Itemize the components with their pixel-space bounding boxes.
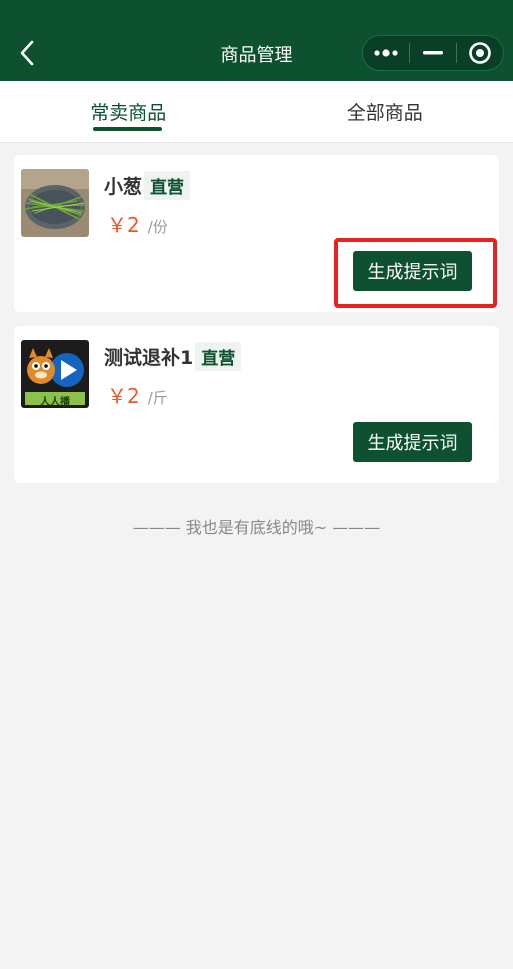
more-dots-icon xyxy=(374,49,398,57)
product-name-row: 测试退补1 直营 xyxy=(104,342,242,371)
product-price: ￥2 xyxy=(107,213,140,237)
target-circle-icon xyxy=(469,42,491,64)
product-unit: /份 xyxy=(147,218,168,236)
direct-sale-badge: 直营 xyxy=(195,342,242,371)
tab-bar: 常卖商品 全部商品 xyxy=(0,81,513,143)
tab-label: 常卖商品 xyxy=(90,102,167,124)
product-image[interactable]: 人人播 xyxy=(21,340,89,408)
product-image[interactable] xyxy=(21,169,89,237)
page: 商品管理 常卖商品 全部商品 小葱 直营 ￥2 /份 生成提示词 人人播 测试退… xyxy=(0,0,513,969)
minimize-button[interactable] xyxy=(410,36,456,70)
product-name: 测试退补1 xyxy=(104,347,194,369)
active-tab-indicator xyxy=(93,127,162,131)
generate-prompt-button[interactable]: 生成提示词 xyxy=(353,251,472,291)
price-row: ￥2 /份 xyxy=(107,209,168,238)
product-card: 人人播 测试退补1 直营 ￥2 /斤 生成提示词 xyxy=(14,326,499,483)
logo-text: 人人播 xyxy=(40,397,70,408)
tab-frequent-products[interactable]: 常卖商品 xyxy=(0,81,257,142)
tab-all-products[interactable]: 全部商品 xyxy=(257,81,513,142)
end-of-list-text: ——— 我也是有底线的哦~ ——— xyxy=(132,518,381,537)
scallion-photo xyxy=(21,169,89,237)
product-card: 小葱 直营 ￥2 /份 生成提示词 xyxy=(14,155,499,312)
more-button[interactable] xyxy=(363,36,409,70)
tab-label: 全部商品 xyxy=(346,102,423,124)
product-unit: /斤 xyxy=(147,389,168,407)
nav-header: 商品管理 xyxy=(0,0,513,81)
price-row: ￥2 /斤 xyxy=(107,380,168,409)
product-price: ￥2 xyxy=(107,384,140,408)
product-name-row: 小葱 直营 xyxy=(104,171,191,200)
minimize-icon xyxy=(423,51,443,55)
direct-sale-badge: 直营 xyxy=(144,171,191,200)
mini-program-capsule xyxy=(362,35,504,71)
close-miniprogram-button[interactable] xyxy=(457,36,503,70)
product-name: 小葱 xyxy=(104,176,143,198)
generate-prompt-button[interactable]: 生成提示词 xyxy=(353,422,472,462)
